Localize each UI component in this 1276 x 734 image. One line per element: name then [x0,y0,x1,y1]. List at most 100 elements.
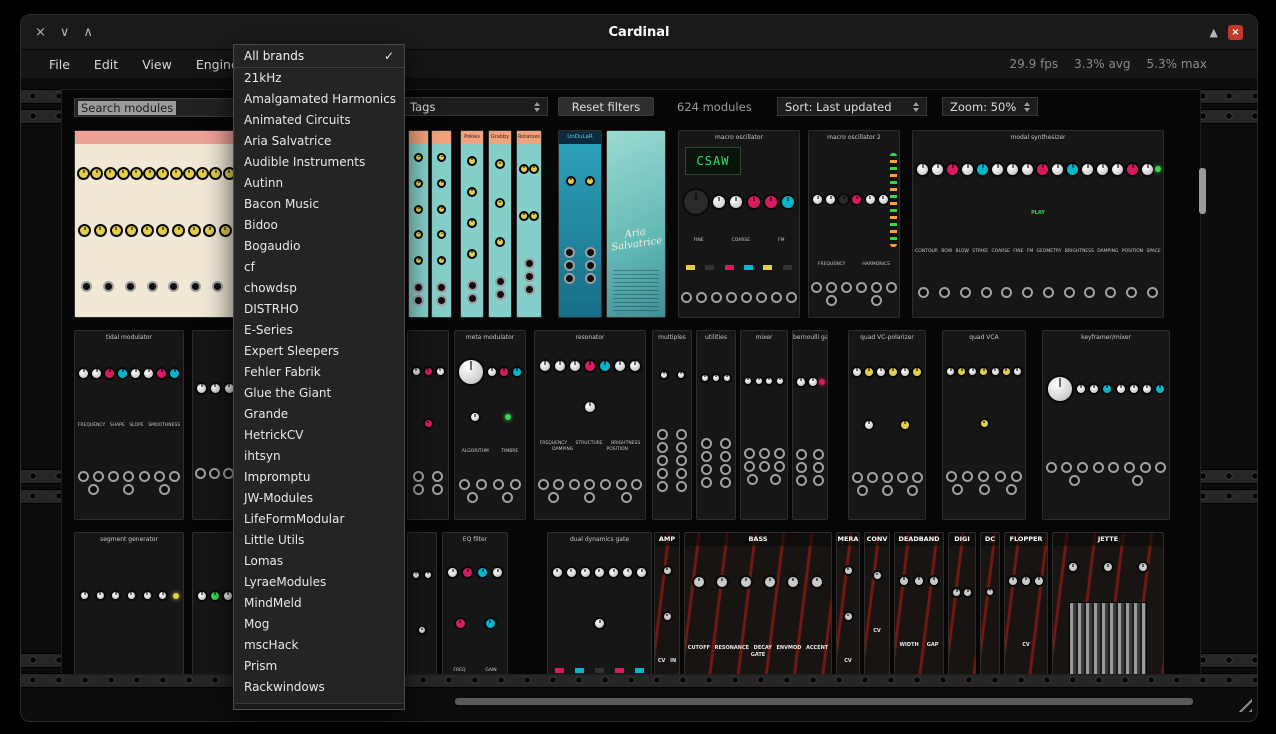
knob [476,566,489,579]
brand-option-audible-instruments[interactable]: Audible Instruments [234,152,404,173]
brand-option-bidoo[interactable]: Bidoo [234,215,404,236]
knob [872,570,883,581]
brand-option-all-brands[interactable]: All brands ✓ [234,45,404,67]
module-utilities[interactable]: utilities [696,330,736,520]
module-jette[interactable]: JETTE [1052,532,1164,675]
brand-option-rackwindows[interactable]: Rackwindows [234,677,404,698]
module-flopper[interactable]: FLOPPERCV [1004,532,1048,675]
brand-option-glue-the-giant[interactable]: Glue the Giant [234,383,404,404]
brand-option-prism[interactable]: Prism [234,656,404,677]
brand-option-amalgamated-harmonics[interactable]: Amalgamated Harmonics [234,89,404,110]
brand-option-mschack[interactable]: mscHack [234,635,404,656]
module-panel[interactable] [407,532,437,675]
port-row [410,471,446,495]
brand-option-bacon-music[interactable]: Bacon Music [234,194,404,215]
param-label: BOW [941,249,952,254]
brand-option-aria-salvatrice[interactable]: Aria Salvatrice [234,131,404,152]
brand-option-jw-modules[interactable]: JW-Modules [234,488,404,509]
knob [209,167,222,180]
brand-option-fehler-fabrik[interactable]: Fehler Fabrik [234,362,404,383]
brand-option-autinn[interactable]: Autinn [234,173,404,194]
module-panel[interactable]: Aria Salvatrice [606,130,666,318]
module-multiples[interactable]: multiples [652,330,692,520]
knob [94,224,107,237]
module-title: UnDuLaR [559,131,601,144]
port-row [77,471,181,495]
module-panel[interactable] [74,130,252,318]
module-resonator[interactable]: resonatorFREQUENCYSTRUCTUREBRIGHTNESSDAM… [534,330,646,520]
knob [662,611,673,622]
brand-option-hetrickcv[interactable]: HetrickCV [234,425,404,446]
close-window-icon[interactable]: × [1228,25,1243,40]
module-dc[interactable]: DC [980,532,1000,675]
brand-option-21khz[interactable]: 21kHz [234,68,404,89]
close-icon[interactable]: × [35,25,46,40]
knob [763,575,777,589]
brand-option-distrho[interactable]: DISTRHO [234,299,404,320]
port-label-chips [681,265,797,270]
module-conv[interactable]: CONVCV [864,532,890,675]
module-meta-modulator[interactable]: meta modulatorALGORITHMTIMBRE [454,330,526,520]
brand-option-ihtsyn[interactable]: ihtsyn [234,446,404,467]
knob [116,367,129,380]
module-deadband[interactable]: DEADBANDWIDTHGAP [894,532,944,675]
brand-option-lifeformmodular[interactable]: LifeFormModular [234,509,404,530]
brand-option-little-utils[interactable]: Little Utils [234,530,404,551]
module-eq-filter[interactable]: EQ filterFREQGAIN [442,532,508,675]
brand-option-animated-circuits[interactable]: Animated Circuits [234,110,404,131]
vertical-scrollbar[interactable] [1199,168,1206,214]
module-grabby[interactable]: Grabby [488,130,512,318]
port-row [915,287,1161,298]
module-dual-dynamics-gate[interactable]: dual dynamics gate [547,532,652,675]
knob [484,617,497,630]
menu-scrollbar[interactable] [235,703,403,709]
module-macro-oscillator-2[interactable]: macro oscillator 2FREQUENCYHARMONICS [808,130,900,318]
eject-icon[interactable]: ▲ [1210,26,1218,39]
brand-option-grande[interactable]: Grande [234,404,404,425]
brand-option-expert-sleepers[interactable]: Expert Sleepers [234,341,404,362]
module-title: BASS [685,533,831,546]
module-bernoulli-gate[interactable]: bernoulli gate [792,330,828,520]
brand-option-mog[interactable]: Mog [234,614,404,635]
module-pokies[interactable]: Pokies [460,130,484,318]
module-keyframer-mixer[interactable]: keyframer/mixer [1042,330,1170,520]
module-panel[interactable] [431,130,452,318]
port-jack [796,462,807,473]
module-mera[interactable]: MERACV [836,532,860,675]
knob [899,419,911,431]
module-modal-synthesizer[interactable]: modal synthesizerPLAYCONTOURBOWBLOWSTRIK… [912,130,1164,318]
brand-option-chowdsp[interactable]: chowdsp [234,278,404,299]
brand-option-cf[interactable]: cf [234,257,404,278]
knob [117,167,130,180]
brand-option-e-series[interactable]: E-Series [234,320,404,341]
menu-view[interactable]: View [130,57,184,72]
module-mixer[interactable]: mixer [740,330,788,520]
brand-option-impromptu[interactable]: Impromptu [234,467,404,488]
menu-file[interactable]: File [37,57,82,72]
chevron-down-icon[interactable]: ∨ [60,25,70,40]
module-title [607,131,665,144]
chevron-up-icon[interactable]: ∧ [83,25,93,40]
horizontal-scrollbar[interactable] [455,698,1193,705]
module-panel[interactable] [407,330,449,520]
module-macro-oscillator[interactable]: macro oscillatorCSAWFINECOARSEFM [678,130,800,318]
port-jack [467,280,478,291]
brand-option-bogaudio[interactable]: Bogaudio [234,236,404,257]
module-amp[interactable]: AMPCVIN [654,532,680,675]
module-tidal-modulator[interactable]: tidal modulatorFREQUENCYSHAPESLOPESMOOTH… [74,330,184,520]
module-undular[interactable]: UnDuLaR [558,130,602,318]
module-digi[interactable]: DIGI [948,532,976,675]
brand-option-lomas[interactable]: Lomas [234,551,404,572]
module-rotatoes[interactable]: Rotatoes [516,130,542,318]
brand-option-lyraemodules[interactable]: LyraeModules [234,572,404,593]
module-bass[interactable]: BASSCUTOFFRESONANCEDECAYENVMODACCENTGATE [684,532,832,675]
module-panel[interactable] [408,130,429,318]
module-quad-vc-polarizer[interactable]: quad VC-polarizer [848,330,926,520]
menu-edit[interactable]: Edit [82,57,130,72]
module-title: dual dynamics gate [548,533,651,546]
performance-stats: 29.9 fps 3.3% avg 5.3% max [1010,57,1207,71]
port-jack [756,292,767,303]
module-quad-vca[interactable]: quad VCA [942,330,1026,520]
brand-option-mindmeld[interactable]: MindMeld [234,593,404,614]
module-segment-generator[interactable]: segment generator [74,532,184,675]
